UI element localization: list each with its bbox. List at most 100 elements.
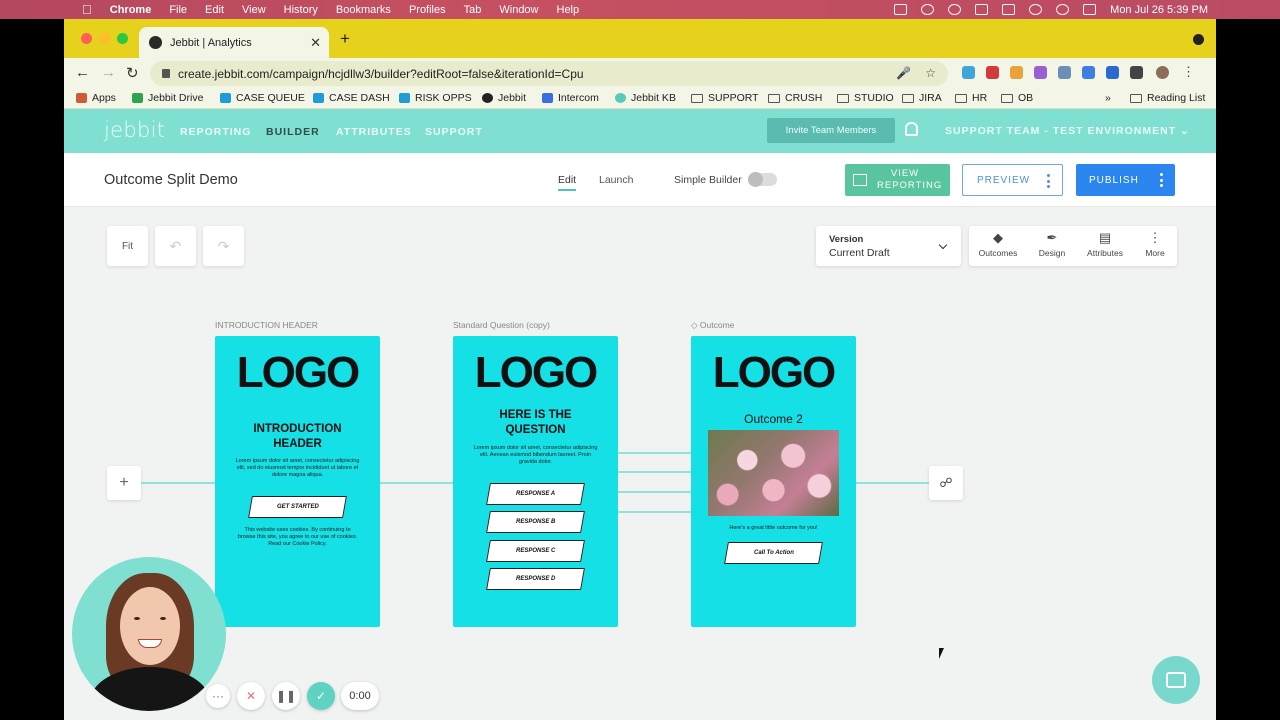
preview-button[interactable]: PREVIEW xyxy=(962,164,1063,196)
extension-icon[interactable] xyxy=(1106,66,1119,79)
view-reporting-button[interactable]: VIEW REPORTING xyxy=(845,164,950,196)
record-icon[interactable] xyxy=(894,4,908,15)
glasses-icon[interactable] xyxy=(921,4,935,15)
back-icon[interactable]: ← xyxy=(75,64,90,81)
browser-tab-active[interactable]: Jebbit | Analytics ✕ xyxy=(139,27,329,58)
extension-icon[interactable] xyxy=(962,66,975,79)
menu-tab[interactable]: Tab xyxy=(464,4,482,16)
bookmark-jebbit-drive[interactable]: Jebbit Drive xyxy=(132,92,203,104)
extensions-puzzle-icon[interactable] xyxy=(1130,66,1143,79)
bookmark-intercom[interactable]: Intercom xyxy=(542,92,599,104)
browser-menu-icon[interactable]: ⋮ xyxy=(1182,65,1195,79)
bookmark-case-queue[interactable]: CASE QUEUE xyxy=(220,92,305,104)
reload-icon[interactable]: ↻ xyxy=(126,64,139,82)
response-button[interactable]: RESPONSE D xyxy=(486,568,585,590)
extension-icon[interactable] xyxy=(1082,66,1095,79)
extension-icon[interactable] xyxy=(1010,66,1023,79)
undo-icon[interactable]: ↶ xyxy=(155,226,196,266)
tab-search-icon[interactable] xyxy=(1193,34,1204,45)
response-button[interactable]: RESPONSE A xyxy=(486,483,585,505)
bookmark-case-dash[interactable]: CASE DASH xyxy=(313,92,390,104)
response-button[interactable]: RESPONSE C xyxy=(486,540,585,562)
publish-button[interactable]: PUBLISH xyxy=(1076,164,1175,196)
chat-launcher-button[interactable] xyxy=(1152,656,1200,704)
team-selector[interactable]: SUPPORT TEAM - TEST ENVIRONMENT ⌄ xyxy=(945,125,1190,137)
add-screen-button[interactable]: + xyxy=(107,466,141,500)
bookmarks-overflow-icon[interactable]: » xyxy=(1105,92,1111,104)
bookmark-folder-studio[interactable]: STUDIO xyxy=(837,92,894,104)
link-icon[interactable]: ☍ xyxy=(929,466,963,500)
response-button[interactable]: RESPONSE B xyxy=(486,511,585,533)
maximize-window-button[interactable] xyxy=(117,33,128,44)
attributes-tool[interactable]: ▤ Attributes xyxy=(1080,230,1130,258)
recorder-cancel-icon[interactable]: ✕ xyxy=(237,682,265,710)
publish-options-icon[interactable] xyxy=(1160,173,1163,187)
extension-icon[interactable] xyxy=(986,66,999,79)
new-tab-button[interactable]: + xyxy=(340,29,350,49)
tab-launch[interactable]: Launch xyxy=(599,174,633,186)
wifi-icon[interactable] xyxy=(1029,4,1043,15)
bookmark-star-icon[interactable]: ☆ xyxy=(925,66,936,80)
search-icon[interactable] xyxy=(1056,4,1070,15)
bookmark-risk-opps[interactable]: RISK OPPS xyxy=(399,92,472,104)
menubar-clock[interactable]: Mon Jul 26 5:39 PM xyxy=(1110,4,1208,16)
preview-options-icon[interactable] xyxy=(1047,174,1050,188)
gear-icon[interactable] xyxy=(948,4,962,15)
bookmark-folder-hr[interactable]: HR xyxy=(955,92,987,104)
bookmark-folder-support[interactable]: SUPPORT xyxy=(691,92,759,104)
close-window-button[interactable] xyxy=(81,33,92,44)
menu-profiles[interactable]: Profiles xyxy=(409,4,446,16)
campaign-title[interactable]: Outcome Split Demo xyxy=(104,172,238,188)
address-bar[interactable]: create.jebbit.com/campaign/hcjdllw3/buil… xyxy=(150,61,948,86)
recorder-finish-icon[interactable]: ✓ xyxy=(307,682,335,710)
menu-history[interactable]: History xyxy=(284,4,318,16)
extension-icon[interactable] xyxy=(1058,66,1071,79)
microphone-icon[interactable]: 🎤 xyxy=(896,66,911,80)
bookmark-folder-ob[interactable]: OB xyxy=(1001,92,1033,104)
card-cta-button[interactable]: GET STARTED xyxy=(248,496,347,518)
fit-button[interactable]: Fit xyxy=(107,226,148,266)
apple-icon[interactable]:  xyxy=(82,2,92,17)
screen-card-question[interactable]: LOGO HERE IS THE QUESTION Lorem ipsum do… xyxy=(453,336,618,627)
lock-icon[interactable] xyxy=(162,69,170,78)
battery-icon[interactable] xyxy=(1002,4,1016,15)
bookmark-jebbit[interactable]: Jebbit xyxy=(482,92,526,104)
screen-card-introduction[interactable]: LOGO INTRODUCTION HEADER Lorem ipsum dol… xyxy=(215,336,380,627)
menu-help[interactable]: Help xyxy=(557,4,580,16)
menu-bookmarks[interactable]: Bookmarks xyxy=(336,4,391,16)
menu-app-name[interactable]: Chrome xyxy=(110,4,152,16)
bookmark-apps[interactable]: Apps xyxy=(76,92,116,104)
invite-team-members-button[interactable]: Invite Team Members xyxy=(767,118,895,143)
menu-file[interactable]: File xyxy=(169,4,187,16)
menu-window[interactable]: Window xyxy=(499,4,538,16)
bookmark-folder-jira[interactable]: JIRA xyxy=(902,92,942,104)
screen-card-outcome[interactable]: LOGO Outcome 2 Here's a great little out… xyxy=(691,336,856,627)
close-tab-icon[interactable]: ✕ xyxy=(310,35,321,51)
control-center-icon[interactable] xyxy=(1083,4,1097,15)
reading-list[interactable]: Reading List xyxy=(1130,92,1205,104)
redo-icon[interactable]: ↷ xyxy=(203,226,244,266)
extension-icon[interactable] xyxy=(1034,66,1047,79)
nav-reporting[interactable]: REPORTING xyxy=(180,126,251,138)
menu-view[interactable]: View xyxy=(242,4,266,16)
outcomes-tool[interactable]: ◆ Outcomes xyxy=(973,230,1023,258)
bookmark-jebbit-kb[interactable]: Jebbit KB xyxy=(615,92,676,104)
forward-icon[interactable]: → xyxy=(101,64,116,81)
menu-edit[interactable]: Edit xyxy=(205,4,224,16)
profile-avatar-icon[interactable] xyxy=(1156,66,1169,79)
minimize-window-button[interactable] xyxy=(99,33,110,44)
recorder-more-icon[interactable]: ··· xyxy=(206,684,230,708)
nav-attributes[interactable]: ATTRIBUTES xyxy=(336,126,412,138)
simple-builder-toggle[interactable] xyxy=(748,172,777,187)
tab-edit[interactable]: Edit xyxy=(558,174,576,186)
builder-canvas[interactable]: Fit ↶ ↷ Version Current Draft ◆ Outcomes … xyxy=(64,207,1216,720)
notification-bell-icon[interactable] xyxy=(905,122,918,136)
nav-support[interactable]: SUPPORT xyxy=(425,126,483,138)
recorder-pause-icon[interactable]: ❚❚ xyxy=(272,682,300,710)
bookmark-folder-crush[interactable]: CRUSH xyxy=(768,92,822,104)
dropbox-icon[interactable] xyxy=(975,4,989,15)
card-cta-button[interactable]: Call To Action xyxy=(724,542,823,564)
design-tool[interactable]: ✒ Design xyxy=(1027,230,1077,258)
version-select[interactable]: Version Current Draft xyxy=(816,226,961,266)
jebbit-logo[interactable]: jebbit xyxy=(104,118,165,142)
